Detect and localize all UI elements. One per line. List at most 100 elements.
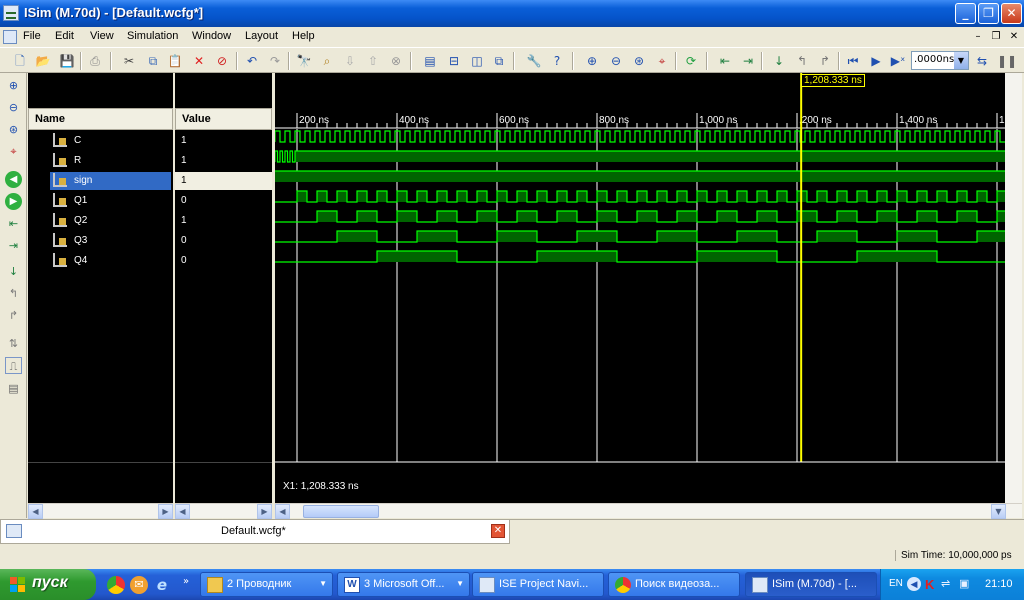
- delete-icon[interactable]: ✕: [190, 52, 208, 70]
- mdi-restore-icon[interactable]: ❐: [989, 30, 1003, 44]
- zoom-fit-icon[interactable]: ⊛: [5, 121, 22, 138]
- add-marker-icon[interactable]: ↓: [5, 263, 22, 280]
- go-to-start-icon[interactable]: ◀: [5, 171, 22, 188]
- name-pane-scrollbar[interactable]: ◀ ▶: [28, 503, 173, 519]
- scroll-right-icon[interactable]: ▶: [257, 504, 272, 519]
- menu-view[interactable]: View: [90, 30, 114, 42]
- run-time-field[interactable]: .0000ns ▼: [911, 51, 969, 70]
- cascade-icon[interactable]: ▤: [421, 52, 439, 70]
- value-pane-scrollbar[interactable]: ◀ ▶: [175, 503, 272, 519]
- zoom-in-icon[interactable]: ⊕: [583, 52, 601, 70]
- internet-explorer-icon[interactable]: e: [153, 576, 171, 594]
- scroll-left-icon[interactable]: ◀: [275, 504, 290, 519]
- undo-icon[interactable]: ↶: [243, 52, 261, 70]
- menu-file[interactable]: File: [23, 30, 41, 42]
- open-folder-icon[interactable]: 📂: [34, 52, 52, 70]
- scroll-right-icon[interactable]: ▶: [158, 504, 173, 519]
- go-previous-edge-icon[interactable]: ⇤: [716, 52, 734, 70]
- restart-icon[interactable]: ⏮: [844, 52, 862, 70]
- step-icon[interactable]: ⇆: [973, 52, 991, 70]
- signal-row[interactable]: Q1: [28, 192, 173, 210]
- properties-icon[interactable]: 🔧: [525, 52, 543, 70]
- chrome-icon[interactable]: [107, 576, 125, 594]
- task-microsoft-office[interactable]: W 3 Microsoft Off... ▼: [337, 572, 470, 597]
- signal-row[interactable]: R: [28, 152, 173, 170]
- find-icon[interactable]: 🔭: [295, 52, 313, 70]
- name-column-header[interactable]: Name: [28, 108, 173, 130]
- run-all-icon[interactable]: ▶: [867, 52, 885, 70]
- zoom-cursor-icon[interactable]: ⌖: [5, 143, 22, 160]
- step-into-icon[interactable]: ↓: [770, 52, 788, 70]
- menu-simulation[interactable]: Simulation: [127, 30, 178, 42]
- windows-icon[interactable]: ⧉: [490, 52, 508, 70]
- step-back-icon[interactable]: ↰: [793, 52, 811, 70]
- help-icon[interactable]: ?: [548, 52, 566, 70]
- isim-app-icon[interactable]: [3, 5, 19, 21]
- language-indicator[interactable]: EN: [889, 578, 903, 589]
- title-bar[interactable]: ISim (M.70d) - [Default.wcfg*] _ ❐ ✕: [0, 0, 1024, 27]
- menu-help[interactable]: Help: [292, 30, 315, 42]
- network-icon[interactable]: ⇌: [941, 577, 950, 590]
- copy-icon[interactable]: ⧉: [144, 52, 162, 70]
- next-marker-icon[interactable]: ↱: [5, 307, 22, 324]
- mail-icon[interactable]: ✉: [130, 576, 148, 594]
- next-transition-icon[interactable]: ⇥: [5, 237, 22, 254]
- tile-horizontal-icon[interactable]: ⊟: [445, 52, 463, 70]
- task-ise-project-navigator[interactable]: ISE Project Navi...: [472, 572, 604, 597]
- waveform-pane[interactable]: 200 ns 400 ns 600 ns 800 ns 1,000 ns ,200 ns 1…: [275, 73, 1005, 503]
- zoom-cursor-icon[interactable]: ⌖: [653, 52, 671, 70]
- step-over-icon[interactable]: ↱: [816, 52, 834, 70]
- menu-window[interactable]: Window: [192, 30, 231, 42]
- tile-vertical-icon[interactable]: ◫: [468, 52, 486, 70]
- zoom-out-icon[interactable]: ⊖: [607, 52, 625, 70]
- mdi-minimize-icon[interactable]: –: [971, 30, 985, 44]
- task-chrome-search[interactable]: Поиск видеоза...: [608, 572, 740, 597]
- new-file-icon[interactable]: 🗋: [11, 52, 29, 70]
- signal-row[interactable]: Q2: [28, 212, 173, 230]
- signal-row[interactable]: Q4: [28, 252, 173, 270]
- dropdown-arrow-icon[interactable]: ▼: [954, 52, 968, 69]
- floating-ruler-icon[interactable]: ▤: [5, 380, 22, 397]
- scroll-right-icon[interactable]: ▼: [991, 504, 1006, 519]
- signal-row-selected[interactable]: sign: [50, 172, 171, 190]
- find-next-icon[interactable]: ⌕: [318, 52, 336, 70]
- run-for-icon[interactable]: ▶ˣ: [889, 52, 907, 70]
- down-arrow-icon[interactable]: ⇩: [341, 52, 359, 70]
- maximize-button[interactable]: ❐: [978, 3, 999, 24]
- monitor-icon[interactable]: ▣: [959, 577, 969, 590]
- signal-row[interactable]: Q3: [28, 232, 173, 250]
- refresh-icon[interactable]: ⟳: [682, 52, 700, 70]
- go-next-edge-icon[interactable]: ⇥: [739, 52, 757, 70]
- close-tab-icon[interactable]: ✕: [491, 524, 505, 538]
- scroll-left-icon[interactable]: ◀: [175, 504, 190, 519]
- zoom-fit-icon[interactable]: ⊛: [630, 52, 648, 70]
- pause-icon[interactable]: ❚❚: [997, 52, 1017, 70]
- tab-default-wcfg[interactable]: Default.wcfg* ✕: [0, 520, 510, 544]
- previous-transition-icon[interactable]: ⇤: [5, 215, 22, 232]
- zoom-out-icon[interactable]: ⊖: [5, 99, 22, 116]
- previous-marker-icon[interactable]: ↰: [5, 285, 22, 302]
- swap-cursors-icon[interactable]: ⇅: [5, 335, 22, 352]
- paste-icon[interactable]: 📋: [166, 52, 184, 70]
- task-isim[interactable]: ISim (M.70d) - [...: [745, 572, 877, 597]
- zoom-in-icon[interactable]: ⊕: [5, 77, 22, 94]
- task-explorer[interactable]: 2 Проводник ▼: [200, 572, 333, 597]
- menu-edit[interactable]: Edit: [55, 30, 74, 42]
- go-to-end-icon[interactable]: ▶: [5, 193, 22, 210]
- up-arrow-icon[interactable]: ⇧: [364, 52, 382, 70]
- snap-to-transition-icon[interactable]: ⎍: [5, 357, 22, 374]
- wave-vertical-scrollbar[interactable]: [1005, 73, 1022, 503]
- close-button[interactable]: ✕: [1001, 3, 1022, 24]
- value-column-header[interactable]: Value: [175, 108, 272, 130]
- save-icon[interactable]: 💾: [58, 52, 76, 70]
- antivirus-icon[interactable]: K: [925, 577, 934, 592]
- stop-icon[interactable]: ⊘: [213, 52, 231, 70]
- cut-icon[interactable]: ✂: [120, 52, 138, 70]
- waveform-canvas[interactable]: 200 ns 400 ns 600 ns 800 ns 1,000 ns ,200 ns 1…: [275, 73, 1005, 503]
- clear-icon[interactable]: ⊗: [387, 52, 405, 70]
- redo-icon[interactable]: ↷: [266, 52, 284, 70]
- signal-row[interactable]: C: [28, 132, 173, 150]
- start-button[interactable]: пуск: [0, 569, 96, 600]
- wave-pane-scrollbar[interactable]: ◀ ▼: [275, 503, 1022, 519]
- document-icon[interactable]: [3, 30, 17, 44]
